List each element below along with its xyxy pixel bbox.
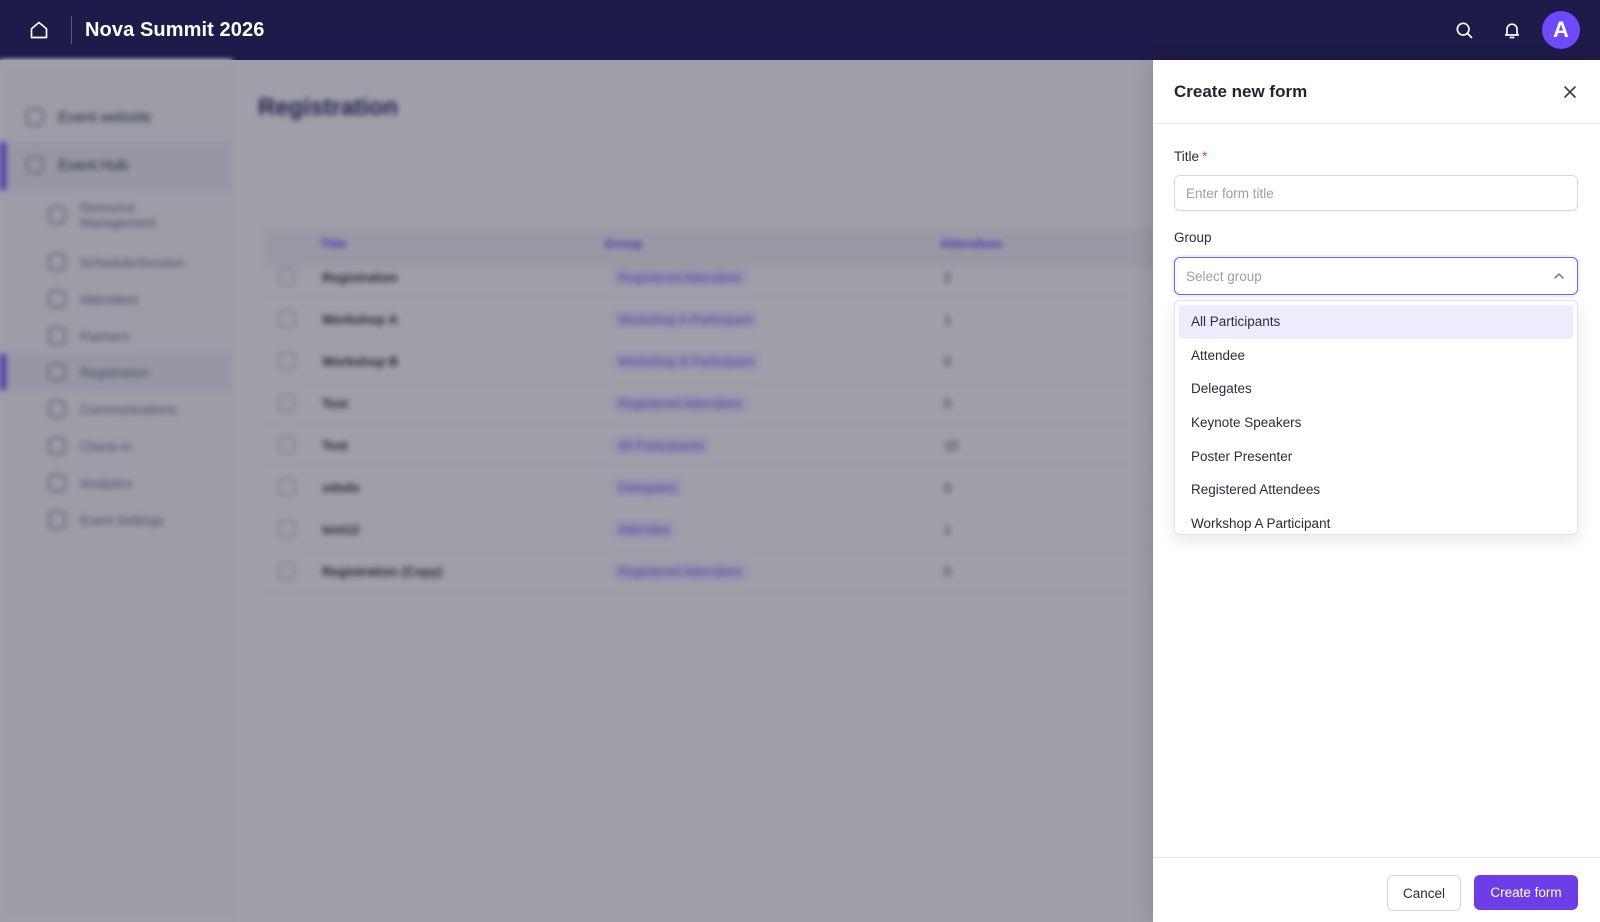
drawer-title: Create new form bbox=[1174, 81, 1308, 101]
home-icon bbox=[30, 21, 48, 39]
group-select-placeholder: Select group bbox=[1186, 268, 1262, 284]
group-field-label: Group bbox=[1174, 230, 1212, 245]
top-bar: Nova Summit 2026 A bbox=[0, 0, 1600, 60]
close-icon bbox=[1564, 86, 1576, 98]
group-dropdown-menu: All Participants Attendee Delegates Keyn… bbox=[1174, 300, 1578, 535]
modal-backdrop[interactable] bbox=[0, 60, 1153, 922]
bell-icon bbox=[1504, 23, 1520, 39]
search-icon bbox=[1456, 22, 1473, 39]
drawer-header: Create new form bbox=[1153, 60, 1600, 124]
event-title: Nova Summit 2026 bbox=[85, 18, 265, 41]
create-form-drawer: Create new form Title* Group Select grou… bbox=[1153, 60, 1600, 922]
title-label-text: Title bbox=[1174, 149, 1200, 164]
title-field-label: Title * bbox=[1174, 149, 1207, 164]
user-avatar[interactable]: A bbox=[1542, 11, 1580, 49]
group-option[interactable]: Registered Attendees bbox=[1179, 473, 1573, 507]
notifications-button[interactable] bbox=[1492, 10, 1532, 50]
search-button[interactable] bbox=[1444, 10, 1484, 50]
chevron-up-icon bbox=[1552, 269, 1566, 283]
group-option[interactable]: All Participants bbox=[1179, 305, 1573, 339]
group-option[interactable]: Keynote Speakers bbox=[1179, 406, 1573, 440]
group-option[interactable]: Attendee bbox=[1179, 339, 1573, 373]
cancel-button[interactable]: Cancel bbox=[1387, 875, 1461, 911]
topbar-divider bbox=[71, 16, 72, 44]
create-form-button[interactable]: Create form bbox=[1474, 875, 1578, 910]
drawer-footer: Cancel Create form bbox=[1153, 857, 1600, 922]
group-option[interactable]: Delegates bbox=[1179, 372, 1573, 406]
group-select[interactable]: Select group bbox=[1174, 257, 1578, 295]
group-option[interactable]: Workshop A Participant bbox=[1179, 507, 1573, 541]
form-title-input[interactable] bbox=[1174, 175, 1578, 211]
close-button[interactable] bbox=[1556, 78, 1584, 106]
home-button[interactable] bbox=[19, 10, 59, 50]
required-marker: * bbox=[1202, 149, 1208, 164]
topbar-actions: A bbox=[1444, 10, 1580, 50]
group-option[interactable]: Poster Presenter bbox=[1179, 439, 1573, 473]
